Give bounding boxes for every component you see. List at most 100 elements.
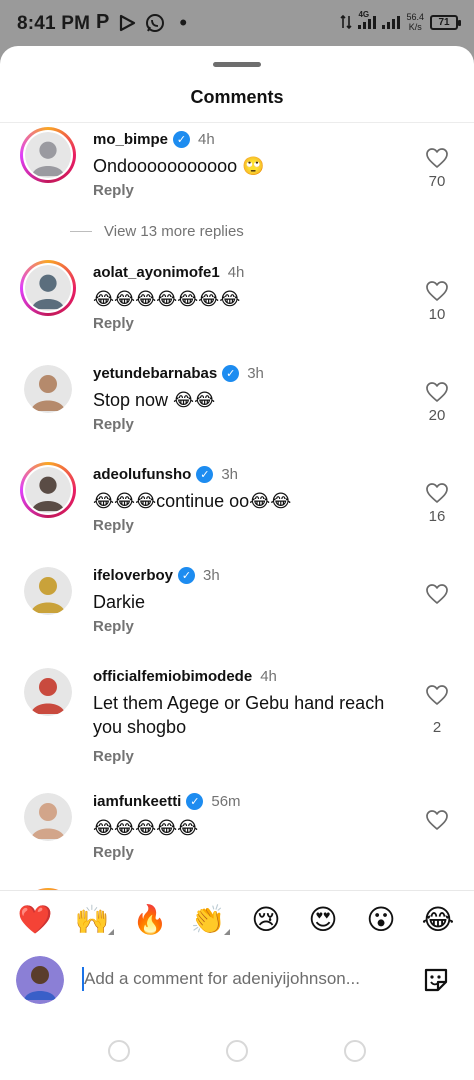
avatar-image [24,793,72,841]
comment-header: aolat_ayonimofe1 4h [93,264,244,281]
surprised-emoji-button[interactable]: 😮 [361,903,401,937]
clap-emoji-button[interactable]: 👏 [188,903,230,937]
username[interactable]: adeolufunsho [93,466,191,483]
verified-badge-icon: ✓ [196,466,214,483]
reply-button[interactable]: Reply [93,182,134,199]
avatar-image [24,668,72,716]
verified-badge-icon: ✓ [222,365,240,382]
heart-eyes-emoji-button[interactable]: 😍 [303,903,343,937]
comment-text: Let them Agege or Gebu hand reach you sh… [93,693,385,737]
comment-time: 4h [260,668,277,685]
comment-header: ifeloverboy ✓ 3h [93,567,220,584]
username[interactable]: iamfunkeetti [93,793,181,810]
replies-line [70,231,92,232]
avatar[interactable] [20,361,76,417]
laughing-emoji-button[interactable]: 😂 [418,903,458,937]
status-time: 8:41 PM [17,13,91,34]
username[interactable]: officialfemiobimodede [93,668,252,685]
username[interactable]: yetundebarnabas [93,365,217,382]
comment-text: 😂😂😂😂😂😂😂 [93,289,241,309]
comment-time: 3h [247,365,264,382]
avatar-image [25,265,71,311]
comment-item: aolat_ayonimofe1 4h 😂😂😂😂😂😂😂 Reply 10 [0,258,474,354]
reply-button[interactable]: Reply [93,748,134,765]
comment-time: 4h [198,131,215,148]
like-heart-icon[interactable] [425,583,449,605]
username[interactable]: mo_bimpe [93,131,168,148]
status-app-icons: P • [96,11,187,34]
nav-back-button[interactable] [108,1040,130,1062]
data-arrows-icon [340,14,353,30]
comment-time: 3h [221,466,239,483]
avatar[interactable] [20,127,76,183]
like-heart-icon[interactable] [425,280,449,302]
like-count: 20 [428,407,446,424]
reply-button[interactable]: Reply [93,416,134,433]
avatar[interactable] [20,664,76,720]
avatar[interactable] [20,563,76,619]
reply-button[interactable]: Reply [93,315,134,332]
like-count: 10 [428,306,446,323]
system-nav-bar [0,1026,474,1080]
avatar[interactable] [20,462,76,518]
verified-badge-icon: ✓ [178,567,196,584]
comment-header: mo_bimpe ✓ 4h [93,131,215,148]
network-speed: 56.4 K/s [406,12,424,32]
reply-button[interactable]: Reply [93,517,134,534]
fire-emoji-button[interactable]: 🔥 [130,903,170,937]
avatar[interactable] [20,789,76,845]
comment-item: officialfemiobimodede 4h Let them Agege … [0,662,474,782]
username[interactable]: ifeloverboy [93,567,173,584]
username[interactable]: aolat_ayonimofe1 [93,264,220,281]
comment-item: adeolufunsho ✓ 3h 😂😂😂continue oo😂😂 Reply… [0,460,474,556]
comment-header: iamfunkeetti ✓ 56m [93,793,241,810]
comment-text: 😂😂😂continue oo😂😂 [93,491,292,511]
status-right: 4G 56.4 K/s 71 [340,10,461,32]
like-heart-icon[interactable] [425,684,449,706]
like-heart-icon[interactable] [425,147,449,169]
like-count: 2 [432,719,442,736]
nav-home-button[interactable] [226,1040,248,1062]
comments-sheet: Comments mo_bimpe ✓ 4h Ondooooooooooo 🙄 … [0,46,474,1080]
comment-header: adeolufunsho ✓ 3h [93,466,238,483]
like-heart-icon[interactable] [425,809,449,831]
comment-input[interactable] [84,963,394,995]
view-more-replies-button[interactable]: View 13 more replies [70,223,244,240]
nav-recents-button[interactable] [344,1040,366,1062]
verified-badge-icon: ✓ [173,131,191,148]
signal-4g: 4G [358,10,377,29]
comment-text: 😂😂😂😂😂 [93,818,199,838]
comment-header: officialfemiobimodede 4h [93,668,277,685]
drag-handle[interactable] [213,62,261,67]
emoji-reaction-bar: ❤️ 🙌 🔥 👏 😢 😍 😮 😂 [0,890,474,950]
like-heart-icon[interactable] [425,381,449,403]
like-count: 70 [428,173,446,190]
reply-button[interactable]: Reply [93,618,134,635]
crying-emoji-button[interactable]: 😢 [246,903,286,937]
whatsapp-icon [146,13,165,32]
avatar-image [25,467,71,513]
comment-time: 4h [227,264,245,281]
comment-item: yetundebarnabas ✓ 3h Stop now 😂😂 Reply 2… [0,359,474,455]
comment-composer [0,950,474,1010]
heart-emoji-button[interactable]: ❤️ [15,903,55,937]
sticker-icon[interactable] [421,965,451,995]
avatar-image [24,365,72,413]
play-icon [120,14,136,31]
raised-hands-emoji-button[interactable]: 🙌 [72,903,114,937]
comment-text: Ondooooooooooo 🙄 [93,156,265,176]
skin-tone-indicator-icon [108,929,114,935]
comment-list[interactable]: mo_bimpe ✓ 4h Ondooooooooooo 🙄 Reply 70 … [0,123,474,890]
comment-item: ifeloverboy ✓ 3h Darkie Reply [0,561,474,657]
comment-item: mo_bimpe ✓ 4h Ondooooooooooo 🙄 Reply 70 … [0,125,474,240]
verified-badge-icon: ✓ [186,793,204,810]
sheet-title: Comments [190,87,284,107]
like-heart-icon[interactable] [425,482,449,504]
view-more-replies-label: View 13 more replies [104,223,244,240]
signal-bars-2-icon [382,15,401,29]
battery-icon: 71 [430,14,461,30]
like-count: 16 [428,508,446,525]
avatar[interactable] [20,260,76,316]
avatar-image [25,132,71,178]
reply-button[interactable]: Reply [93,844,134,861]
